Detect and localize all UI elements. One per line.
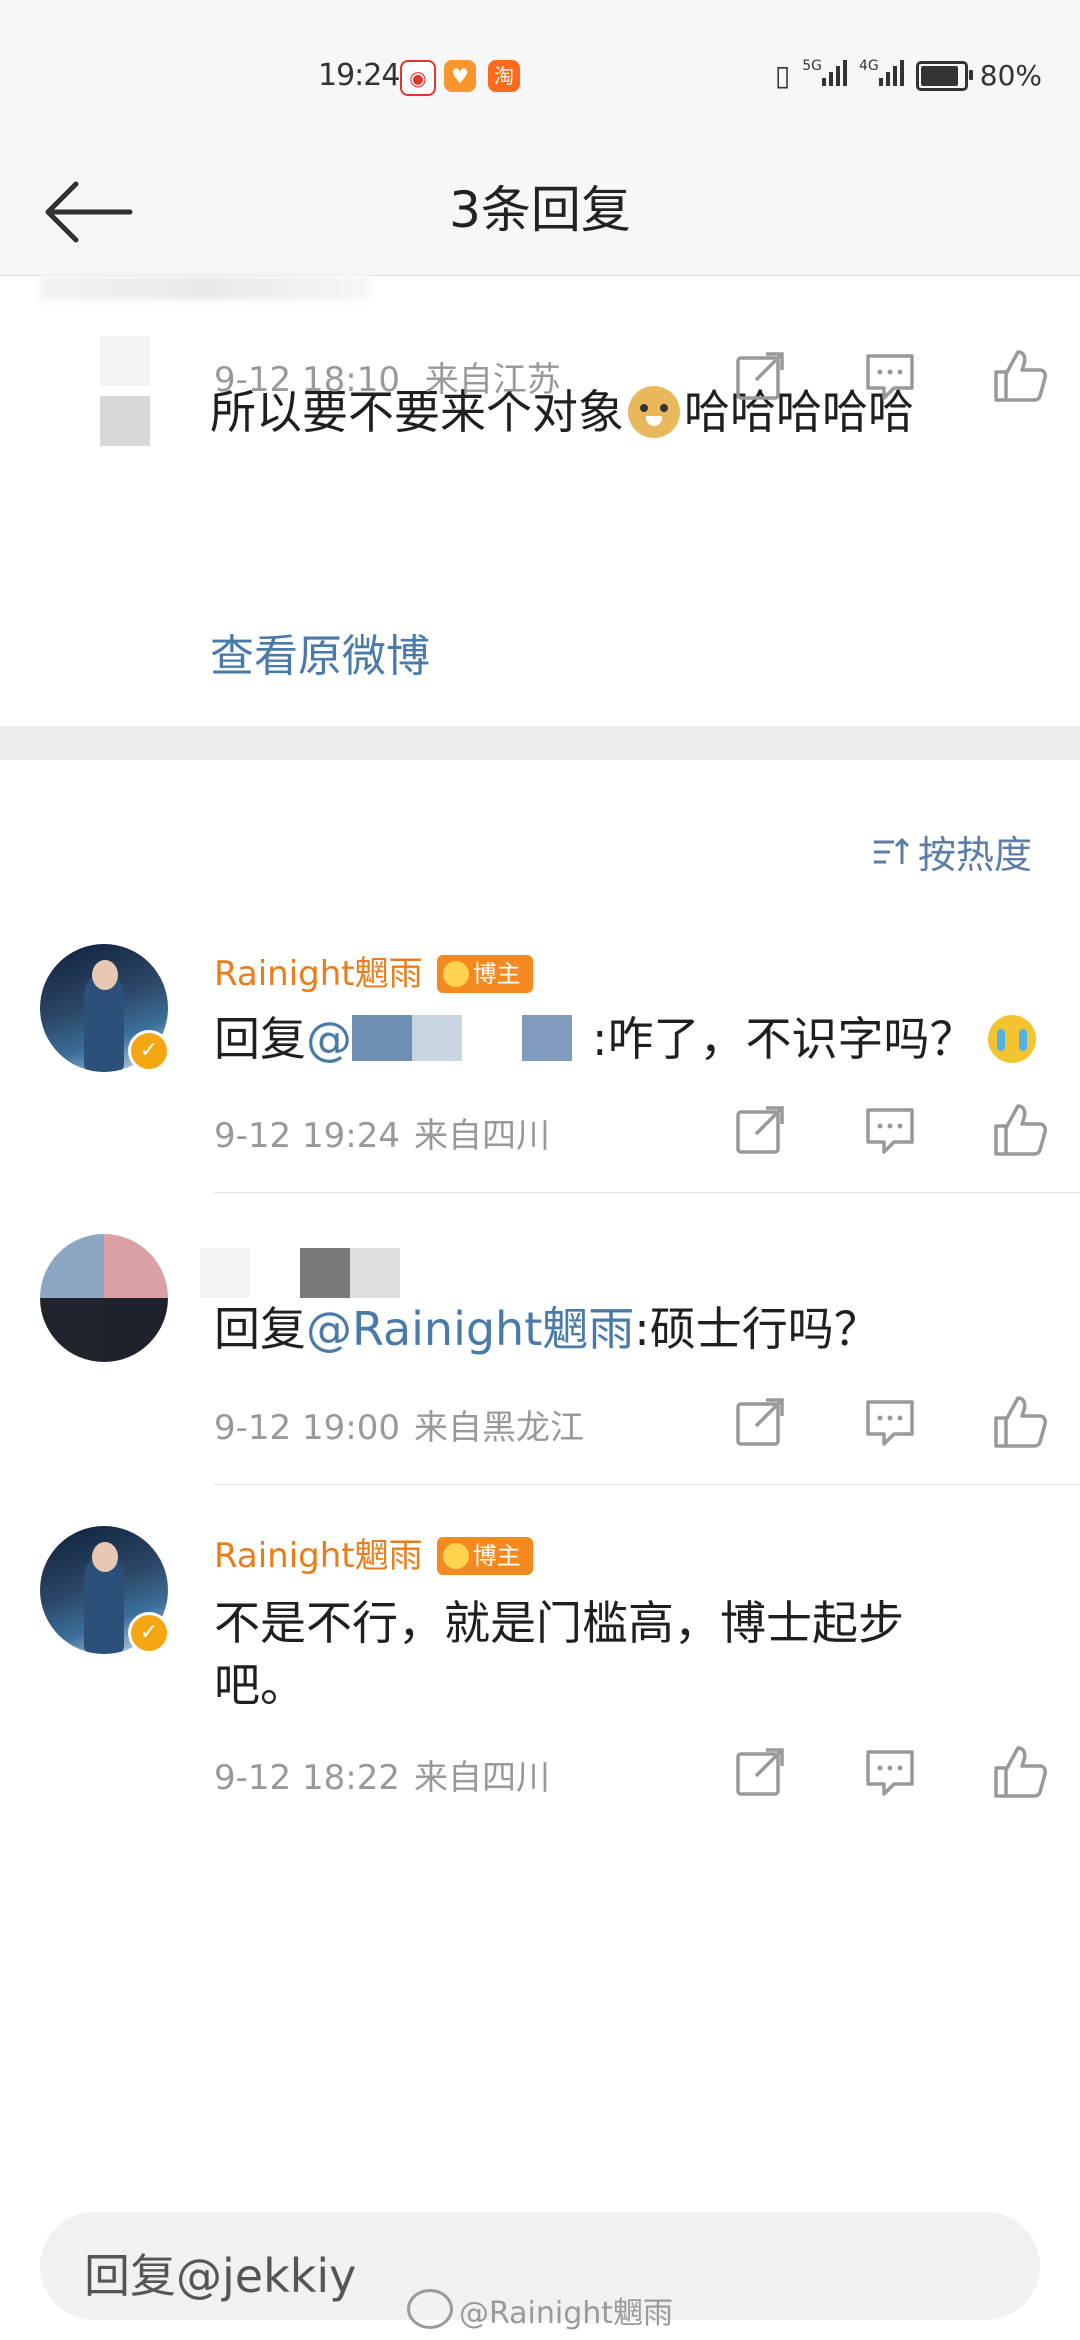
weibo-logo-icon [406, 2289, 453, 2329]
reply-author[interactable]: Rainight魍雨 博主 [214, 1528, 533, 1577]
signal-4g-icon: 4G [859, 58, 904, 93]
vibrate-icon: ▯ [774, 59, 791, 92]
sort-icon [873, 837, 910, 864]
like-icon[interactable] [990, 1392, 1050, 1452]
section-divider [0, 726, 1080, 760]
signal-5g-icon: 5G [802, 58, 847, 93]
original-comment: 所以要不要来个对象 哈哈哈哈哈 9-12 18:10 来自江苏 查看原微博 [0, 276, 1080, 726]
reply-actions [730, 1100, 1050, 1160]
watermark: @Rainight魍雨 [0, 2288, 1080, 2332]
replies-list: 按热度 ✓ Rainight魍雨 博主 回复@:咋了，不识字吗？ 9-12 19:… [0, 760, 1080, 2210]
taobao-app-icon: 淘 [488, 60, 520, 92]
comment-icon[interactable] [860, 346, 920, 406]
reply-meta: 9-12 19:00 来自黑龙江 [214, 1408, 584, 1448]
reply-meta: 9-12 18:22 来自四川 [214, 1758, 550, 1798]
verified-icon: ✓ [128, 1612, 170, 1654]
blogger-badge: 博主 [436, 955, 533, 993]
crown-icon [442, 961, 469, 987]
reply-author[interactable]: Rainight魍雨 博主 [214, 946, 533, 995]
comment-meta: 9-12 18:10 来自江苏 [214, 352, 561, 401]
blogger-badge: 博主 [436, 1537, 533, 1575]
mention-link[interactable]: @Rainight魍雨 [306, 1302, 634, 1356]
avatar-blurred[interactable] [40, 1234, 168, 1362]
reply-actions [730, 1392, 1050, 1452]
reply-meta: 9-12 19:24 来自四川 [214, 1116, 550, 1156]
comment-timestamp: 9-12 18:10 [214, 360, 400, 400]
like-icon[interactable] [990, 1742, 1050, 1802]
nav-bar: 3条回复 [0, 150, 1080, 276]
doge-emoji-icon [628, 386, 680, 438]
notification-app-icon: ♥ [444, 60, 476, 92]
reply-actions [730, 1742, 1050, 1802]
page-title: 3条回复 [449, 181, 631, 239]
battery-percent: 80% [979, 59, 1042, 92]
redacted-mention [352, 1015, 592, 1061]
divider [214, 1192, 1080, 1193]
avatar-blurred[interactable] [100, 336, 150, 446]
crown-icon [442, 1543, 469, 1569]
verified-icon: ✓ [128, 1030, 170, 1072]
comment-icon[interactable] [860, 1742, 920, 1802]
divider [214, 1484, 1080, 1485]
blurred-header [40, 276, 370, 300]
share-icon[interactable] [730, 1100, 790, 1160]
comment-actions [730, 346, 1050, 406]
reply-text: 回复@:咋了，不识字吗？ [214, 1008, 1036, 1070]
comment-icon[interactable] [860, 1100, 920, 1160]
share-icon[interactable] [730, 346, 790, 406]
reply-author-blurred[interactable] [200, 1248, 400, 1298]
view-original-link[interactable]: 查看原微博 [210, 620, 430, 684]
status-indicators: ▯ 5G 4G 80% [775, 58, 1042, 93]
comment-location: 来自江苏 [424, 360, 561, 400]
status-bar: 19:24 ◉ ♥ 淘 ▯ 5G 4G 80% [0, 0, 1080, 150]
like-icon[interactable] [990, 1100, 1050, 1160]
share-icon[interactable] [730, 1392, 790, 1452]
reply-text: 回复@Rainight魍雨:硕士行吗？ [214, 1302, 880, 1356]
weibo-app-icon: ◉ [400, 60, 436, 96]
sort-label: 按热度 [917, 833, 1032, 877]
comment-icon[interactable] [860, 1392, 920, 1452]
battery-icon [915, 60, 973, 91]
sort-button[interactable]: 按热度 [872, 824, 1032, 879]
share-icon[interactable] [730, 1742, 790, 1802]
like-icon[interactable] [990, 346, 1050, 406]
status-time: 19:24 [318, 58, 400, 93]
reply-text: 不是不行，就是门槛高，博士起步 吧。 [214, 1596, 904, 1712]
crying-emoji-icon [987, 1015, 1036, 1063]
